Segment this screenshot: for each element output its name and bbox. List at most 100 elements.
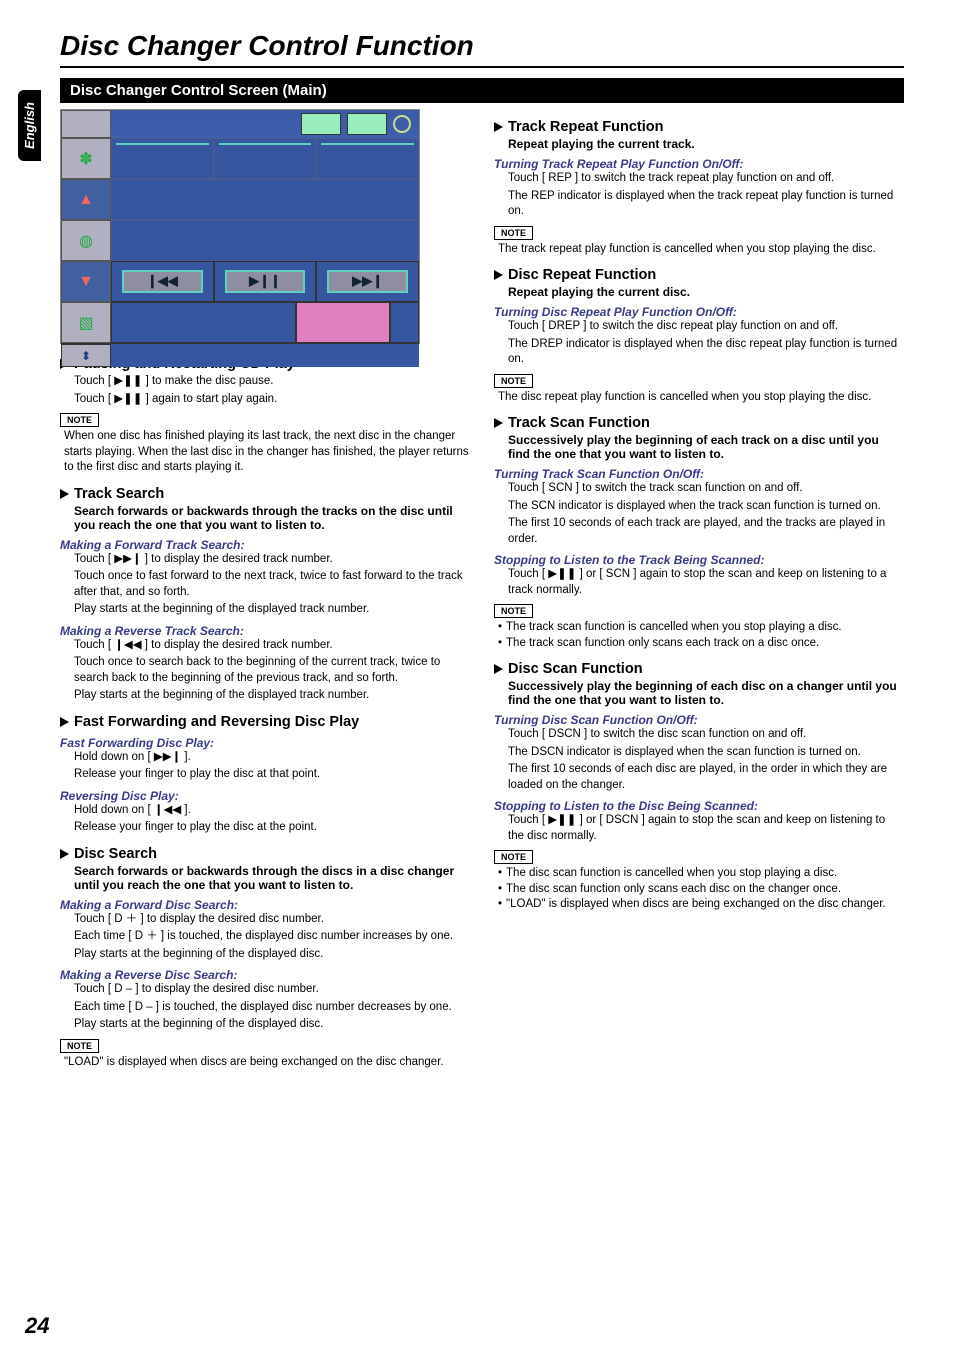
content-columns: ✽ ▲ ◍ ▼ ▧ ❙◀◀ ▶❙❙ ▶▶❙ <box>60 109 904 1070</box>
disc-repeat-heading: Disc Repeat Function <box>494 267 904 283</box>
page-title: Disc Changer Control Function <box>60 30 904 68</box>
section-heading: Disc Changer Control Screen (Main) <box>60 78 904 103</box>
body-text: Touch [ ▶❚❚ ] or [ DSCN ] again to stop … <box>508 813 904 844</box>
heading-text: Disc Scan Function <box>508 661 643 677</box>
language-tab: English <box>18 90 41 161</box>
triangle-icon <box>494 270 503 280</box>
body-text: Touch [ DREP ] to switch the disc repeat… <box>508 319 904 335</box>
body-text: Touch [ ▶▶❙ ] to display the desired tra… <box>74 552 470 568</box>
triangle-icon <box>494 122 503 132</box>
bullet-item: •The disc scan function only scans each … <box>498 882 904 898</box>
prev-track-button[interactable]: ❙◀◀ <box>111 261 214 302</box>
body-text: The SCN indicator is displayed when the … <box>508 499 904 515</box>
play-pause-button[interactable]: ▶❙❙ <box>214 261 317 302</box>
triangle-icon <box>60 717 69 727</box>
body-text: Play starts at the beginning of the disp… <box>74 1017 470 1033</box>
heading-text: Disc Search <box>74 846 157 862</box>
triangle-icon <box>60 489 69 499</box>
down-arrow-icon: ▼ <box>61 261 111 302</box>
body-text: Hold down on [ ▶▶❙ ]. <box>74 750 470 766</box>
triangle-icon <box>494 664 503 674</box>
sub-heading: Turning Disc Repeat Play Function On/Off… <box>494 305 904 319</box>
sub-heading: Reversing Disc Play: <box>60 789 470 803</box>
right-column: Track Repeat Function Repeat playing the… <box>494 109 904 1070</box>
tree-icon: ✽ <box>61 138 111 179</box>
bullet-text: The track scan function only scans each … <box>506 636 819 652</box>
sub-heading: Turning Track Repeat Play Function On/Of… <box>494 157 904 171</box>
body-text: The DSCN indicator is displayed when the… <box>508 745 904 761</box>
heading-text: Fast Forwarding and Reversing Disc Play <box>74 714 359 730</box>
note-text: When one disc has finished playing its l… <box>64 429 470 476</box>
disc-search-heading: Disc Search <box>60 846 470 862</box>
body-text: The REP indicator is displayed when the … <box>508 189 904 220</box>
bullet-item: •"LOAD" is displayed when discs are bein… <box>498 897 904 913</box>
body-text: Play starts at the beginning of the disp… <box>74 602 470 618</box>
body-text: Touch [ ▶❚❚ ] to make the disc pause. <box>74 374 470 390</box>
heading-text: Track Repeat Function <box>508 119 664 135</box>
next-track-button[interactable]: ▶▶❙ <box>316 261 419 302</box>
body-text: Touch once to search back to the beginni… <box>74 655 470 686</box>
note-text: "LOAD" is displayed when discs are being… <box>64 1055 470 1071</box>
bullet-text: "LOAD" is displayed when discs are being… <box>506 897 886 913</box>
bullet-item: •The track scan function is cancelled wh… <box>498 620 904 636</box>
sub-heading: Making a Reverse Disc Search: <box>60 968 470 982</box>
note-label: NOTE <box>494 374 533 388</box>
body-text: Touch once to fast forward to the next t… <box>74 569 470 600</box>
sub-heading: Making a Forward Track Search: <box>60 538 470 552</box>
triangle-icon <box>494 418 503 428</box>
body-text: Touch [ D ＋ ] to display the desired dis… <box>74 912 470 928</box>
body-text: Touch [ DSCN ] to switch the disc scan f… <box>508 727 904 743</box>
bullet-text: The track scan function is cancelled whe… <box>506 620 842 636</box>
body-text: The first 10 seconds of each disc are pl… <box>508 762 904 793</box>
body-text: The first 10 seconds of each track are p… <box>508 516 904 547</box>
body-text: Each time [ D – ] is touched, the displa… <box>74 1000 470 1016</box>
body-text: Touch [ ▶❚❚ ] again to start play again. <box>74 392 470 408</box>
body-text: Release your finger to play the disc at … <box>74 767 470 783</box>
intro-text: Search forwards or backwards through the… <box>74 864 470 892</box>
body-text: Release your finger to play the disc at … <box>74 820 470 836</box>
body-text: Touch [ ▶❚❚ ] or [ SCN ] again to stop t… <box>508 567 904 598</box>
note-label: NOTE <box>494 850 533 864</box>
body-text: Touch [ REP ] to switch the track repeat… <box>508 171 904 187</box>
body-text: Touch [ SCN ] to switch the track scan f… <box>508 481 904 497</box>
heading-text: Disc Repeat Function <box>508 267 656 283</box>
note-label: NOTE <box>494 604 533 618</box>
intro-text: Successively play the beginning of each … <box>508 679 904 707</box>
bullet-item: •The track scan function only scans each… <box>498 636 904 652</box>
heading-text: Track Scan Function <box>508 415 650 431</box>
sub-heading: Making a Reverse Track Search: <box>60 624 470 638</box>
ui-screenshot: ✽ ▲ ◍ ▼ ▧ ❙◀◀ ▶❙❙ ▶▶❙ <box>60 109 420 344</box>
ffrev-heading: Fast Forwarding and Reversing Disc Play <box>60 714 470 730</box>
body-text: Each time [ D ＋ ] is touched, the displa… <box>74 929 470 945</box>
body-text: Play starts at the beginning of the disp… <box>74 688 470 704</box>
bullet-text: The disc scan function only scans each d… <box>506 882 841 898</box>
folder-icon: ▧ <box>61 302 111 343</box>
heading-text: Track Search <box>74 486 164 502</box>
body-text: Play starts at the beginning of the disp… <box>74 947 470 963</box>
intro-text: Successively play the beginning of each … <box>508 433 904 461</box>
body-text: Touch [ D – ] to display the desired dis… <box>74 982 470 998</box>
triangle-icon <box>60 849 69 859</box>
body-text: The DREP indicator is displayed when the… <box>508 337 904 368</box>
track-search-heading: Track Search <box>60 486 470 502</box>
track-scan-heading: Track Scan Function <box>494 415 904 431</box>
up-arrow-icon: ▲ <box>61 179 111 220</box>
intro-text: Search forwards or backwards through the… <box>74 504 470 532</box>
sub-heading: Fast Forwarding Disc Play: <box>60 736 470 750</box>
globe-icon: ◍ <box>61 220 111 261</box>
sub-heading: Stopping to Listen to the Disc Being Sca… <box>494 799 904 813</box>
bullet-item: •The disc scan function is cancelled whe… <box>498 866 904 882</box>
note-label: NOTE <box>494 226 533 240</box>
left-column: ✽ ▲ ◍ ▼ ▧ ❙◀◀ ▶❙❙ ▶▶❙ <box>60 109 470 1070</box>
sub-heading: Making a Forward Disc Search: <box>60 898 470 912</box>
intro-text: Repeat playing the current track. <box>508 137 904 151</box>
resize-icon: ⬍ <box>61 344 111 367</box>
note-text: The track repeat play function is cancel… <box>498 242 904 258</box>
body-text: Hold down on [ ❙◀◀ ]. <box>74 803 470 819</box>
sub-heading: Turning Disc Scan Function On/Off: <box>494 713 904 727</box>
page-number: 24 <box>25 1313 49 1339</box>
sub-heading: Turning Track Scan Function On/Off: <box>494 467 904 481</box>
body-text: Touch [ ❙◀◀ ] to display the desired tra… <box>74 638 470 654</box>
track-repeat-heading: Track Repeat Function <box>494 119 904 135</box>
disc-scan-heading: Disc Scan Function <box>494 661 904 677</box>
